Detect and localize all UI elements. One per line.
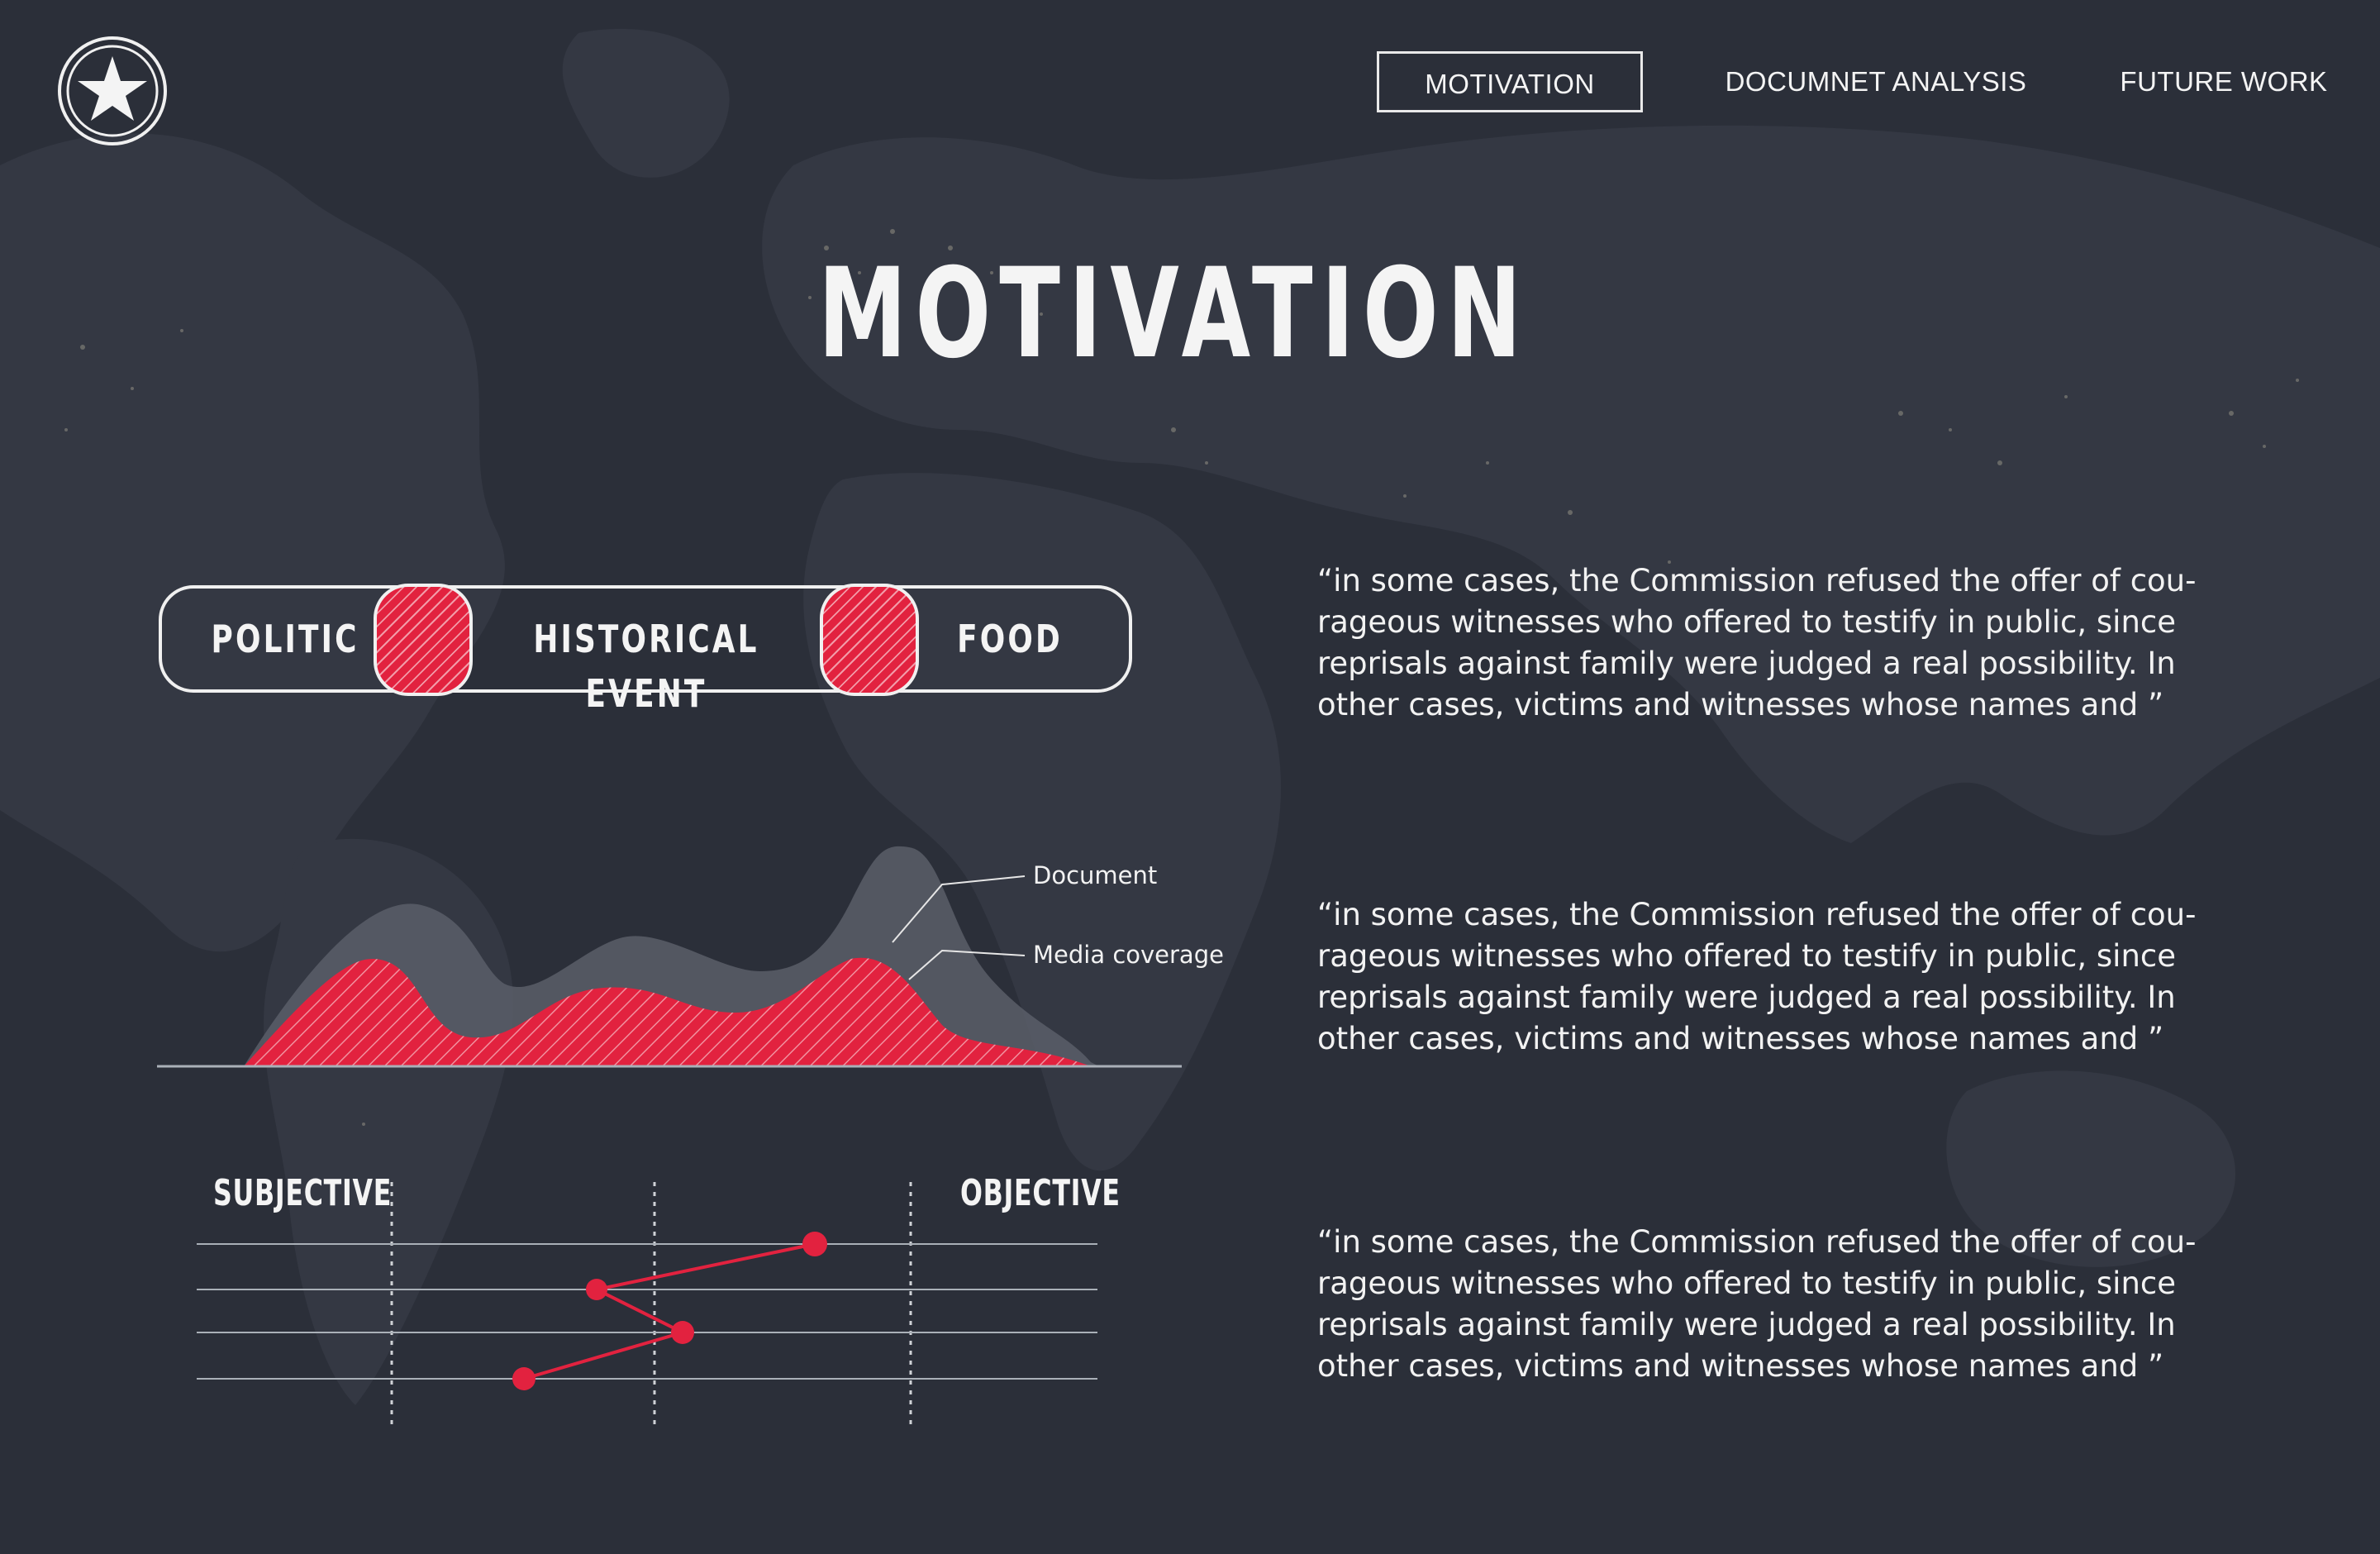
quote-line: rageous witnesses who offered to testify… xyxy=(1317,938,2177,974)
toggle-knob-left[interactable] xyxy=(374,584,473,696)
toggle-knob-right[interactable] xyxy=(820,584,919,696)
nav-tab-document-analysis[interactable]: DOCUMNET ANALYSIS xyxy=(1711,51,2041,112)
nav-tab-future-work[interactable]: FUTURE WORK xyxy=(2112,51,2335,112)
legend-media-coverage: Media coverage xyxy=(1033,941,1224,969)
quote-block: “in some cases, the Commission refused t… xyxy=(1317,894,2226,1060)
category-label-politic[interactable]: POLITIC xyxy=(212,612,357,666)
subjectivity-scale-chart xyxy=(197,1182,1097,1430)
quote-line: reprisals against family were judged a r… xyxy=(1317,1307,2176,1342)
legend-document: Document xyxy=(1033,861,1158,889)
quote-line: other cases, victims and witnesses whose… xyxy=(1317,687,2164,722)
nav-tab-motivation[interactable]: MOTIVATION xyxy=(1377,51,1643,112)
category-label-food[interactable]: FOOD xyxy=(945,612,1074,666)
score-connector xyxy=(523,1242,816,1380)
page-title: MOTIVATION xyxy=(817,242,1530,386)
quote-line: reprisals against family were judged a r… xyxy=(1317,980,2176,1015)
quote-line: rageous witnesses who offered to testify… xyxy=(1317,1266,2177,1301)
score-point[interactable] xyxy=(802,1232,827,1256)
quote-line: reprisals against family were judged a r… xyxy=(1317,646,2176,681)
quote-line: other cases, victims and witnesses whose… xyxy=(1317,1348,2164,1384)
category-label-historical-event[interactable]: HISTORICAL EVENT xyxy=(511,612,782,716)
star-icon[interactable] xyxy=(56,35,169,147)
quote-line: “in some cases, the Commission refused t… xyxy=(1317,1224,2197,1260)
score-point[interactable] xyxy=(512,1367,536,1390)
quote-line: “in some cases, the Commission refused t… xyxy=(1317,563,2197,598)
quote-line: rageous witnesses who offered to testify… xyxy=(1317,604,2177,640)
quote-block: “in some cases, the Commission refused t… xyxy=(1317,560,2226,726)
score-point[interactable] xyxy=(586,1279,607,1300)
quote-line: other cases, victims and witnesses whose… xyxy=(1317,1021,2164,1056)
score-point[interactable] xyxy=(671,1321,694,1344)
quote-line: “in some cases, the Commission refused t… xyxy=(1317,897,2197,932)
quote-block: “in some cases, the Commission refused t… xyxy=(1317,1222,2226,1387)
